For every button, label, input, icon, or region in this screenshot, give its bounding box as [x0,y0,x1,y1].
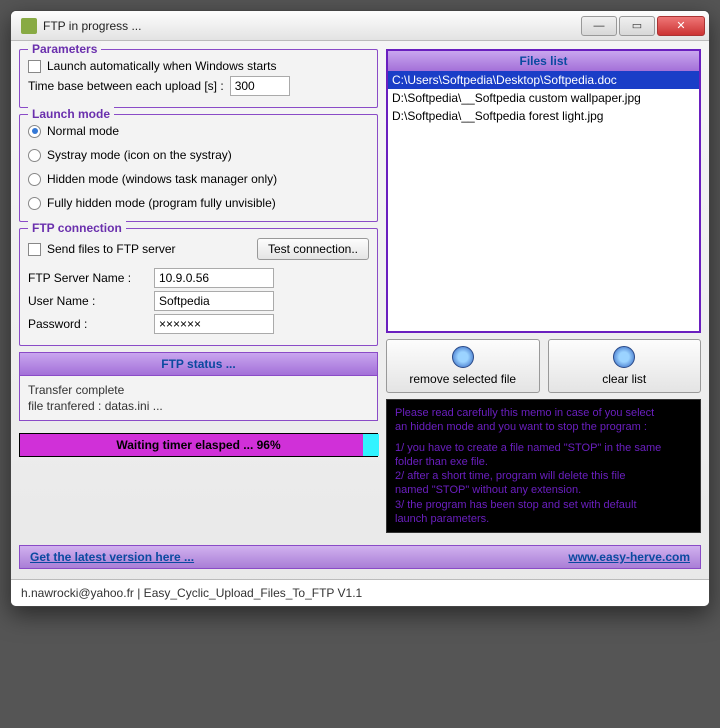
password-label: Password : [28,317,148,331]
memo-line: 1/ you have to create a file named "STOP… [395,441,692,455]
memo-line: an hidden mode and you want to stop the … [395,420,692,434]
memo-line: Please read carefully this memo in case … [395,406,692,420]
memo-line: folder than exe file. [395,455,692,469]
radio-hidden-mode[interactable] [28,173,41,186]
test-connection-button[interactable]: Test connection.. [257,238,369,260]
status-line-2: file tranfered : datas.ini ... [28,398,369,414]
ftp-status-panel: FTP status ... Transfer complete file tr… [19,352,378,421]
clear-btn-label: clear list [602,372,646,386]
memo-line: 3/ the program has been stop and set wit… [395,498,692,512]
files-list[interactable]: C:\Users\Softpedia\Desktop\Softpedia.doc… [388,71,699,331]
timebase-input[interactable] [230,76,290,96]
timebase-label: Time base between each upload [s] : [28,79,224,93]
statusbar: h.nawrocki@yahoo.fr | Easy_Cyclic_Upload… [11,579,709,606]
memo-line: named "STOP" without any extension. [395,483,692,497]
send-files-checkbox[interactable] [28,243,41,256]
radio-label: Fully hidden mode (program fully unvisib… [47,196,276,210]
launch-mode-group: Launch mode Normal mode Systray mode (ic… [19,114,378,222]
radio-normal-mode[interactable] [28,125,41,138]
ftp-status-header: FTP status ... [20,353,377,376]
server-input[interactable] [154,268,274,288]
clear-list-button[interactable]: clear list [548,339,702,393]
memo-line: 2/ after a short time, program will dele… [395,469,692,483]
ftp-legend: FTP connection [28,221,126,235]
window-title: FTP in progress ... [43,19,579,33]
user-label: User Name : [28,294,148,308]
app-icon [21,18,37,34]
password-input[interactable] [154,314,274,334]
files-list-header: Files list [388,51,699,71]
file-item[interactable]: C:\Users\Softpedia\Desktop\Softpedia.doc [388,71,699,89]
radio-label: Normal mode [47,124,119,138]
send-files-label: Send files to FTP server [47,242,176,256]
remove-btn-label: remove selected file [409,372,516,386]
maximize-button[interactable]: ▭ [619,16,655,36]
user-input[interactable] [154,291,274,311]
radio-systray-mode[interactable] [28,149,41,162]
launch-auto-checkbox[interactable] [28,60,41,73]
ftp-connection-group: FTP connection Send files to FTP server … [19,228,378,346]
minimize-button[interactable]: — [581,16,617,36]
progress-bar: Waiting timer elasped ... 96% [19,433,378,457]
server-label: FTP Server Name : [28,271,148,285]
radio-label: Hidden mode (windows task manager only) [47,172,277,186]
files-list-panel: Files list C:\Users\Softpedia\Desktop\So… [386,49,701,333]
close-button[interactable]: ✕ [657,16,705,36]
radio-fully-hidden-mode[interactable] [28,197,41,210]
spool-icon [613,346,635,368]
radio-label: Systray mode (icon on the systray) [47,148,232,162]
launch-mode-legend: Launch mode [28,107,114,121]
link-bar: Get the latest version here ... www.easy… [19,545,701,569]
launch-auto-label: Launch automatically when Windows starts [47,59,276,73]
progress-label: Waiting timer elasped ... 96% [20,434,377,456]
spool-icon [452,346,474,368]
file-item[interactable]: D:\Softpedia\__Softpedia forest light.jp… [388,107,699,125]
remove-selected-button[interactable]: remove selected file [386,339,540,393]
status-line-1: Transfer complete [28,382,369,398]
file-item[interactable]: D:\Softpedia\__Softpedia custom wallpape… [388,89,699,107]
titlebar[interactable]: FTP in progress ... — ▭ ✕ [11,11,709,41]
parameters-legend: Parameters [28,42,101,56]
app-window: FTP in progress ... — ▭ ✕ Parameters Lau… [10,10,710,607]
info-memo: Please read carefully this memo in case … [386,399,701,533]
website-link[interactable]: www.easy-herve.com [568,550,690,564]
memo-line: launch parameters. [395,512,692,526]
latest-version-link[interactable]: Get the latest version here ... [30,550,194,564]
parameters-group: Parameters Launch automatically when Win… [19,49,378,108]
